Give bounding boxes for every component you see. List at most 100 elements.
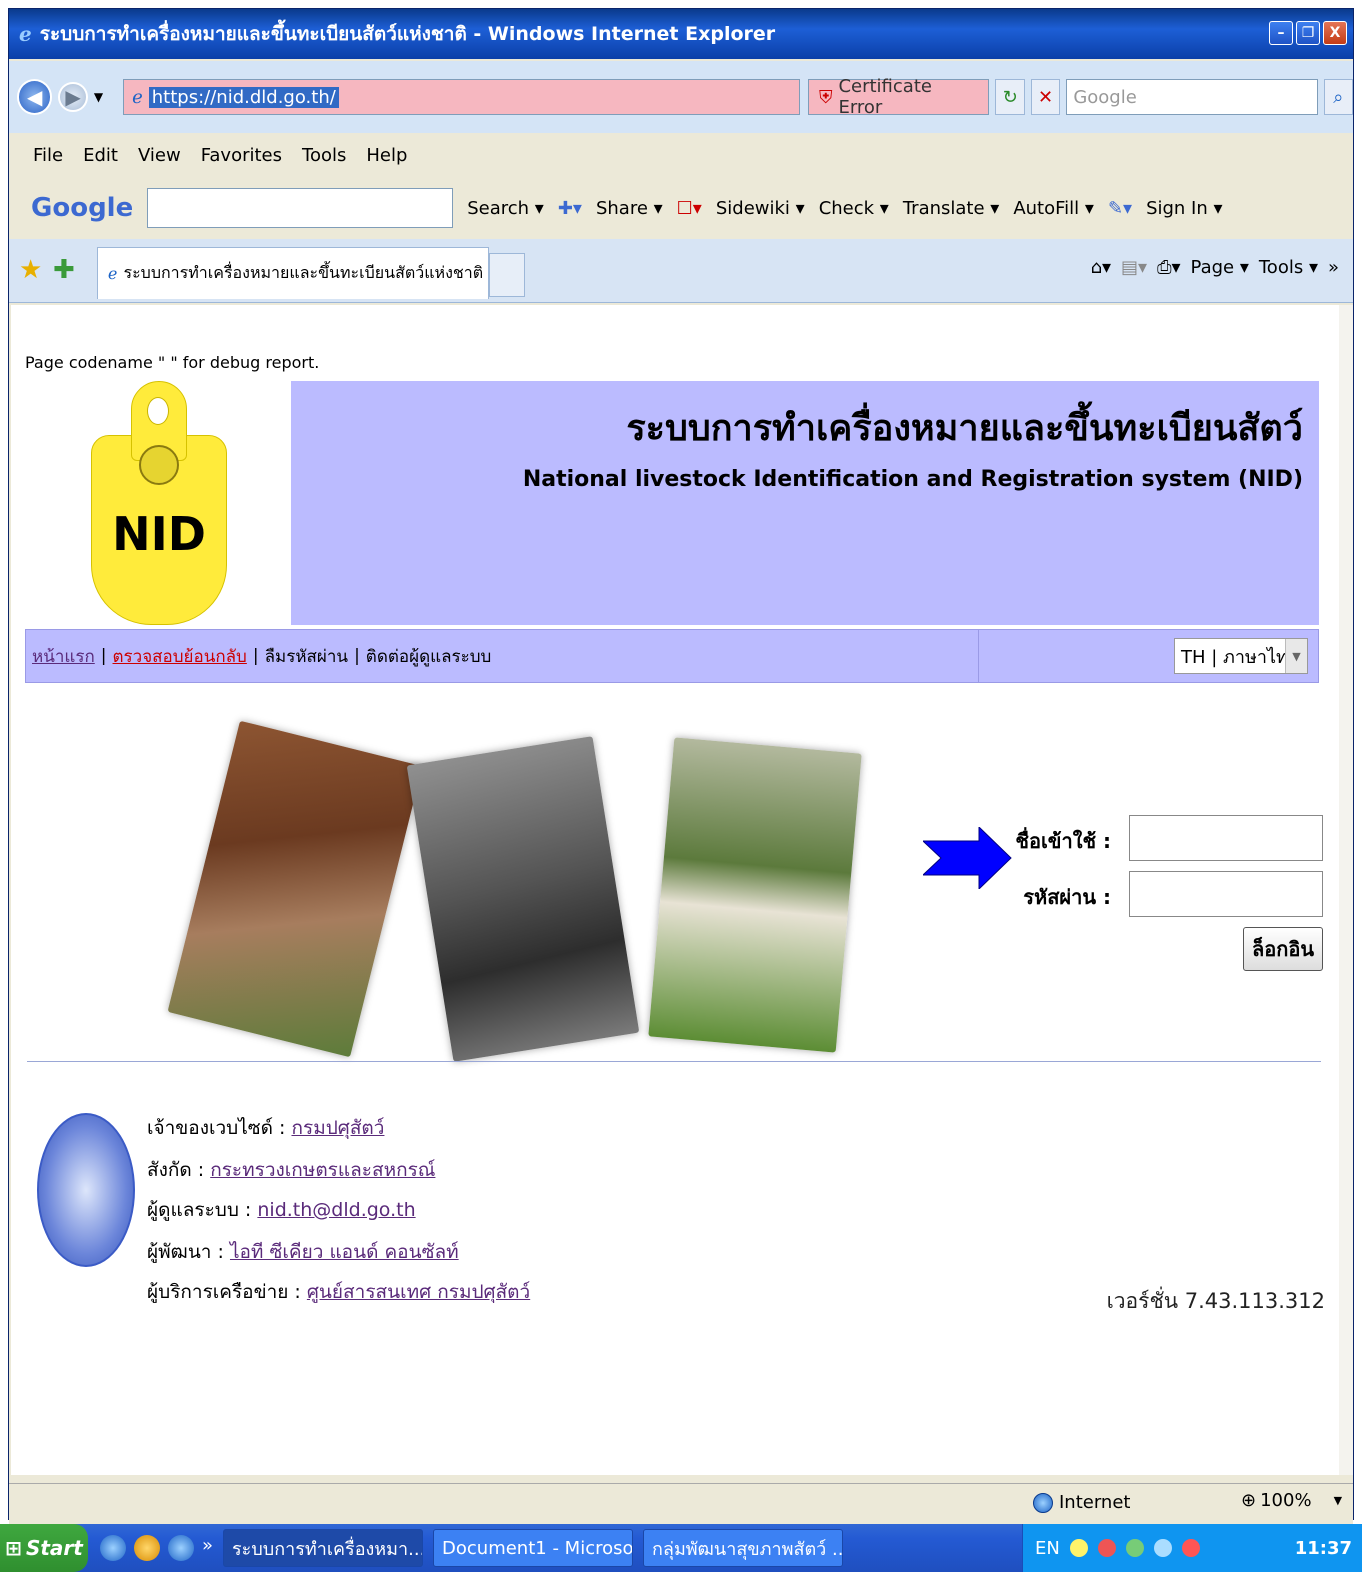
google-logo: Google — [31, 193, 134, 223]
chevron-down-icon: ▼ — [1285, 639, 1307, 673]
tray-app-icon[interactable] — [1181, 1539, 1200, 1557]
print-icon[interactable]: ⎙▾ — [1157, 257, 1180, 278]
page-title-th: ระบบการทำเครื่องหมายและขึ้นทะเบียนสัตว์ — [626, 408, 1303, 449]
footer-affiliation: สังกัด : กระทรวงเกษตรและสหกรณ์ — [147, 1159, 436, 1181]
google-sidewiki-button[interactable]: Sidewiki ▾ — [716, 198, 805, 219]
google-check-button[interactable]: Check ▾ — [819, 198, 889, 219]
username-label: ชื่อเข้าใช้ : — [1015, 829, 1111, 853]
menu-tools[interactable]: Tools — [302, 145, 346, 166]
menu-view[interactable]: View — [138, 145, 181, 166]
tab-nid[interactable]: ℯ ระบบการทำเครื่องหมายและขึ้นทะเบียนสัตว… — [97, 247, 489, 299]
search-input[interactable]: Google — [1066, 79, 1318, 115]
google-autofill-button[interactable]: AutoFill ▾ — [1013, 198, 1094, 219]
network-link[interactable]: ศูนย์สารสนเทศ กรมปศุสัตว์ — [307, 1281, 530, 1303]
tray-shield-icon[interactable] — [1069, 1539, 1088, 1557]
new-tab-button[interactable] — [489, 253, 525, 297]
start-label: Start — [25, 1536, 83, 1560]
wrench-icon[interactable]: ✎▾ — [1108, 198, 1132, 219]
minimize-button[interactable]: – — [1269, 21, 1293, 45]
google-search-button[interactable]: Search ▾ — [467, 198, 544, 219]
tray-network-icon[interactable] — [1125, 1539, 1144, 1557]
page-icon: ℯ — [132, 86, 143, 108]
menu-file[interactable]: File — [33, 145, 63, 166]
owner-link[interactable]: กรมปศุสัตว์ — [291, 1117, 384, 1139]
add-favorite-icon[interactable]: ✚ — [53, 255, 75, 285]
department-seal-logo — [37, 1113, 135, 1267]
browser-window: ℯ ระบบการทำเครื่องหมายและขึ้นทะเบียนสัตว… — [8, 8, 1354, 1527]
clock: 11:37 — [1294, 1537, 1352, 1559]
google-search-input[interactable] — [147, 188, 454, 228]
password-input[interactable] — [1129, 871, 1323, 917]
seal-icon — [139, 445, 179, 485]
zoom-control[interactable]: ⊕ 100% ▼ — [1241, 1490, 1342, 1511]
title-bar: ℯ ระบบการทำเครื่องหมายและขึ้นทะเบียนสัตว… — [9, 9, 1353, 59]
developer-link[interactable]: ไอที ซีเคียว แอนด์ คอนซัลท์ — [230, 1241, 459, 1263]
bookmark-icon[interactable]: ☐▾ — [677, 198, 702, 219]
chevron-down-icon: ▼ — [1333, 1494, 1343, 1507]
nav-trace-link[interactable]: ตรวจสอบย้อนกลับ — [113, 643, 247, 670]
language-indicator[interactable]: EN — [1035, 1538, 1060, 1559]
home-icon[interactable]: ⌂▾ — [1091, 257, 1111, 278]
footer-developer: ผู้พัฒนา : ไอที ซีเคียว แอนด์ คอนซัลท์ — [147, 1241, 459, 1263]
nav-home-link[interactable]: หน้าแรก — [32, 643, 95, 670]
divider — [27, 1061, 1321, 1062]
google-translate-button[interactable]: Translate ▾ — [903, 198, 1000, 219]
page-header: ระบบการทำเครื่องหมายและขึ้นทะเบียนสัตว์ … — [291, 381, 1319, 625]
sheep-photo — [648, 737, 862, 1053]
close-button[interactable]: X — [1323, 21, 1347, 45]
certificate-error-button[interactable]: ⛨ Certificate Error — [807, 76, 990, 118]
nav-separator: | — [252, 646, 259, 666]
google-share-button[interactable]: Share ▾ — [596, 198, 663, 219]
more-quicklaunch-icon[interactable]: » — [202, 1535, 213, 1561]
menu-edit[interactable]: Edit — [83, 145, 118, 166]
firefox-quicklaunch-icon[interactable] — [134, 1535, 160, 1561]
plus-icon[interactable]: ✚▾ — [558, 198, 582, 219]
taskbar-item-ie-2[interactable]: กลุ่มพัฒนาสุขภาพสัตว์ ... — [643, 1529, 844, 1567]
tag-text: NID — [112, 507, 206, 561]
tab-ie-icon: ℯ — [108, 264, 118, 283]
menu-favorites[interactable]: Favorites — [201, 145, 282, 166]
ie-quicklaunch-icon[interactable] — [100, 1535, 126, 1561]
desktop-quicklaunch-icon[interactable] — [168, 1535, 194, 1561]
menu-help[interactable]: Help — [366, 145, 407, 166]
username-input[interactable] — [1129, 815, 1323, 861]
affiliation-link[interactable]: กระทรวงเกษตรและสหกรณ์ — [210, 1159, 435, 1181]
start-button[interactable]: ⊞ Start — [0, 1524, 88, 1572]
address-toolbar: ◀ ▶ ▼ ℯ https://nid.dld.go.th/ ⛨ Certifi… — [9, 61, 1353, 133]
google-signin-button[interactable]: Sign In ▾ — [1146, 198, 1222, 219]
refresh-button[interactable]: ↻ — [995, 79, 1025, 115]
tray-antivirus-icon[interactable] — [1097, 1539, 1116, 1557]
admin-email-link[interactable]: nid.th@dld.go.th — [257, 1199, 415, 1221]
taskbar-item-ie[interactable]: ระบบการทำเครื่องหมา... — [223, 1529, 424, 1567]
password-label: รหัสผ่าน : — [1023, 885, 1111, 909]
stop-button[interactable]: ✕ — [1030, 79, 1061, 115]
page-menu-button[interactable]: Page ▾ — [1191, 257, 1249, 278]
version-text: เวอร์ชั่น 7.43.113.312 — [1106, 1289, 1325, 1313]
forward-button[interactable]: ▶ — [58, 82, 88, 112]
google-toolbar: Google Search ▾ ✚▾ Share ▾ ☐▾ Sidewiki ▾… — [9, 177, 1353, 239]
quick-launch: » — [100, 1535, 213, 1561]
language-select[interactable]: TH | ภาษาไทย ▼ — [1174, 638, 1308, 674]
buffalo-photo — [406, 736, 640, 1062]
zoom-label: 100% — [1260, 1490, 1312, 1511]
history-dropdown-icon[interactable]: ▼ — [94, 90, 103, 104]
favorites-star-icon[interactable]: ★ — [19, 255, 42, 285]
vertical-scrollbar[interactable] — [1339, 305, 1353, 1475]
taskbar: ⊞ Start » ระบบการทำเครื่องหมา... Documen… — [0, 1524, 1362, 1572]
nav-forgot-password[interactable]: ลืมรหัสผ่าน — [265, 643, 348, 670]
security-zone: Internet — [1033, 1492, 1130, 1513]
taskbar-item-word[interactable]: Document1 - Microsof... — [433, 1529, 634, 1567]
login-button[interactable]: ล็อกอิน — [1243, 927, 1323, 971]
ie-icon: ℯ — [19, 22, 32, 46]
tray-volume-icon[interactable] — [1153, 1539, 1172, 1557]
restore-button[interactable]: ❐ — [1296, 21, 1320, 45]
back-button[interactable]: ◀ — [17, 79, 53, 115]
search-icon[interactable]: ⌕ — [1323, 79, 1353, 115]
nav-contact-admin[interactable]: ติดต่อผู้ดูแลระบบ — [366, 643, 492, 670]
feeds-icon[interactable]: ▤▾ — [1121, 257, 1147, 278]
more-commands-icon[interactable]: » — [1328, 257, 1339, 278]
globe-icon — [1033, 1492, 1053, 1513]
status-bar: Internet ⊕ 100% ▼ — [9, 1483, 1353, 1527]
address-field[interactable]: ℯ https://nid.dld.go.th/ — [123, 79, 800, 115]
tools-menu-button[interactable]: Tools ▾ — [1259, 257, 1318, 278]
